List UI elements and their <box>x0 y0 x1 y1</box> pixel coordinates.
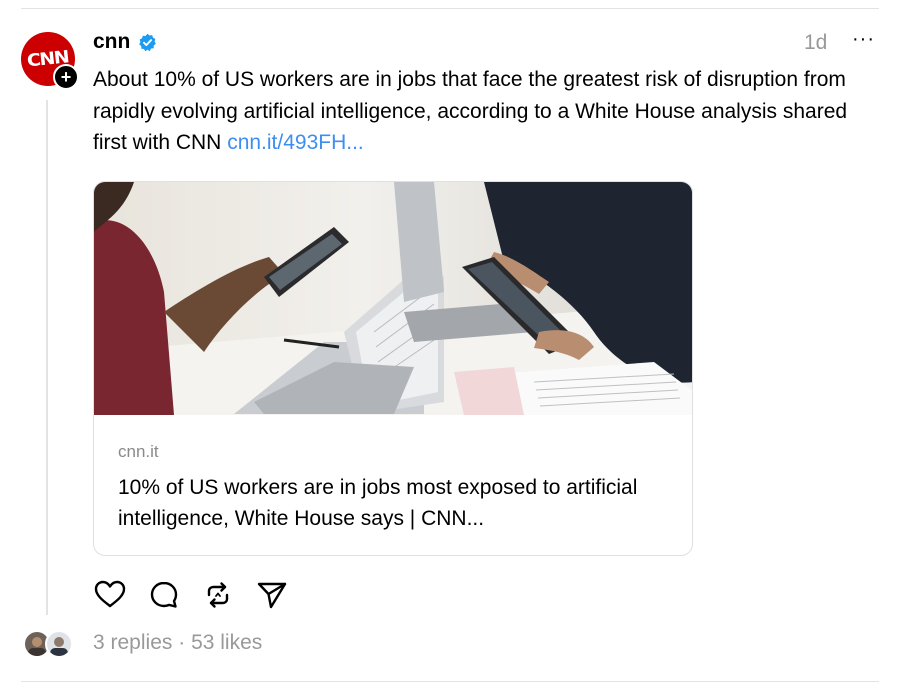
card-domain: cnn.it <box>118 442 159 461</box>
more-options-icon[interactable]: ··· <box>852 28 875 51</box>
repost-icon[interactable] <box>201 578 235 612</box>
heart-icon[interactable] <box>93 578 127 612</box>
post-link[interactable]: cnn.it/493FH... <box>227 131 364 154</box>
username[interactable]: cnn <box>93 30 130 54</box>
stats-separator: · <box>178 631 186 654</box>
top-divider <box>21 8 879 9</box>
bottom-divider <box>21 681 879 682</box>
post-timestamp: 1d <box>804 31 828 54</box>
reply-avatars[interactable] <box>23 630 73 658</box>
card-title: 10% of US workers are in jobs most expos… <box>118 476 638 530</box>
replier-avatar <box>45 630 73 658</box>
article-image <box>94 182 692 415</box>
thread-line <box>46 100 48 615</box>
profile-avatar[interactable]: CNN + <box>21 32 79 90</box>
post-text: About 10% of US workers are in jobs that… <box>93 68 848 154</box>
send-icon[interactable] <box>255 578 289 612</box>
follow-plus-icon[interactable]: + <box>53 64 79 90</box>
verified-badge-icon <box>139 33 156 52</box>
replies-count[interactable]: 3 replies <box>93 631 172 654</box>
likes-count[interactable]: 53 likes <box>191 631 262 654</box>
engagement-stats: 3 replies · 53 likes <box>93 631 262 655</box>
post-body: About 10% of US workers are in jobs that… <box>93 64 883 159</box>
link-preview-card[interactable]: cnn.it 10% of US workers are in jobs mos… <box>93 181 693 556</box>
comment-icon[interactable] <box>147 578 181 612</box>
